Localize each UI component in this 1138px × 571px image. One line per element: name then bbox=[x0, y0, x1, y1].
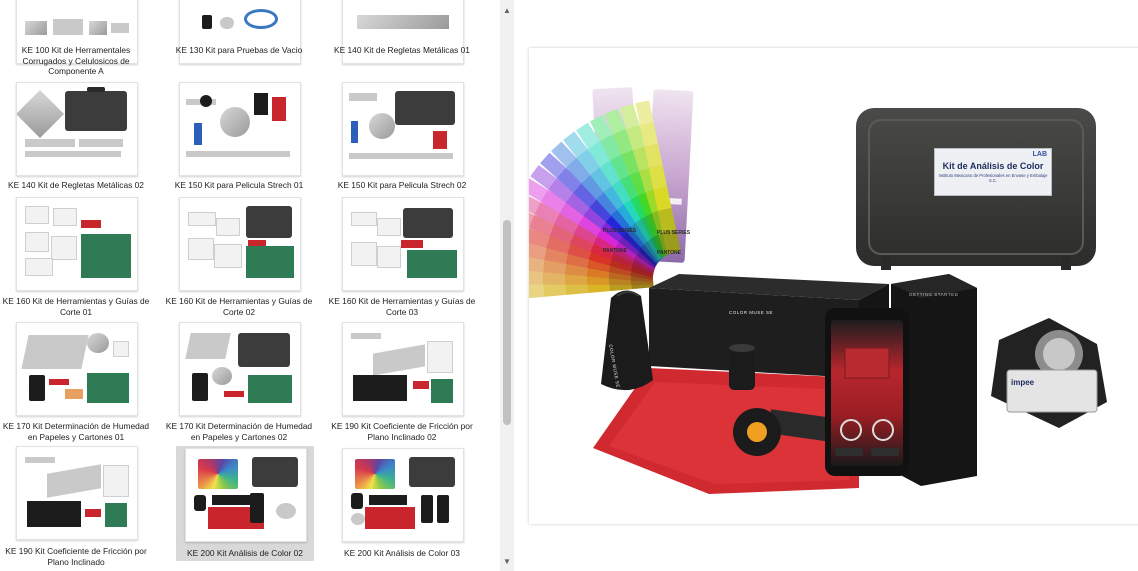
thumbnail-tile[interactable]: KE 140 Kit de Regletas Metálicas 02 bbox=[0, 82, 152, 192]
thumbnail-tile[interactable]: KE 150 Kit para Pelicula Strech 02 bbox=[326, 82, 478, 192]
magnifier-loupe bbox=[991, 318, 1107, 428]
thumbnail-caption: KE 140 Kit de Regletas Metálicas 01 bbox=[334, 45, 470, 55]
thumbnail-caption: KE 170 Kit Determinación de Humedad en P… bbox=[165, 421, 313, 442]
thumbnail-image bbox=[342, 82, 464, 176]
thumbnail-caption: KE 140 Kit de Regletas Metálicas 02 bbox=[8, 180, 144, 190]
thumbnail-caption: KE 200 Kit Análisis de Color 03 bbox=[344, 548, 460, 558]
thumbnail-caption: KE 160 Kit de Herramientas y Guías de Co… bbox=[165, 296, 313, 317]
thumbnail-tile[interactable]: KE 190 Kit Coeficiente de Fricción por P… bbox=[0, 446, 152, 570]
color-swatch bbox=[520, 282, 545, 299]
thumbnail-image bbox=[179, 322, 301, 416]
thumbnail-image bbox=[185, 448, 307, 542]
pantone-brand-label-1: PANTONE bbox=[603, 248, 627, 254]
thumbnail-caption: KE 100 Kit de Herramentales Corrugados y… bbox=[21, 45, 131, 76]
chevron-down-icon[interactable]: ▼ bbox=[500, 555, 514, 569]
case-label: LAB Kit de Análisis de Color Instituto M… bbox=[934, 148, 1052, 196]
chevron-up-icon[interactable]: ▲ bbox=[500, 4, 514, 18]
thumbnail-image bbox=[16, 446, 138, 540]
thumbnail-tile[interactable]: KE 150 Kit para Pelicula Strech 01 bbox=[163, 82, 315, 192]
pantone-series-label-2: PLUS SERIES bbox=[657, 230, 691, 236]
thumbnail-caption: KE 190 Kit Coeficiente de Fricción por P… bbox=[5, 546, 147, 567]
loupe-brand-label: impee bbox=[1011, 378, 1035, 387]
thumbnail-tile[interactable]: KE 170 Kit Determinación de Humedad en P… bbox=[0, 322, 152, 446]
case-label-subtitle: Instituto Mexicano de Profesionales en E… bbox=[938, 173, 1048, 183]
case-label-title: Kit de Análisis de Color bbox=[942, 161, 1044, 171]
thumbnail-grid: KE 100 Kit de Herramentales Corrugados y… bbox=[0, 0, 500, 571]
thumbnail-caption: KE 190 Kit Coeficiente de Fricción por P… bbox=[331, 421, 473, 442]
thumbnail-image bbox=[16, 197, 138, 291]
scrollbar-thumb[interactable] bbox=[503, 220, 511, 425]
thumbnail-image bbox=[342, 197, 464, 291]
thumbnail-caption: KE 150 Kit para Pelicula Strech 02 bbox=[337, 180, 467, 190]
thumbnail-tile[interactable]: KE 140 Kit de Regletas Metálicas 01 bbox=[326, 0, 478, 78]
color-muse-device bbox=[729, 344, 755, 390]
thumbnail-caption: KE 130 Kit para Pruebas de Vacio bbox=[175, 45, 303, 55]
case-label-brand: LAB bbox=[1032, 151, 1047, 158]
thumbnail-image bbox=[179, 82, 301, 176]
thumbnail-tile[interactable]: KE 130 Kit para Pruebas de Vacio bbox=[163, 0, 315, 78]
preview-image-art bbox=[498, 87, 1107, 494]
thumbnail-image bbox=[342, 448, 464, 542]
thumbnail-caption: KE 150 Kit para Pelicula Strech 01 bbox=[174, 180, 304, 190]
thumbnail-image bbox=[16, 82, 138, 176]
thumbnail-tile[interactable]: KE 160 Kit de Herramientas y Guías de Co… bbox=[163, 197, 315, 321]
thumbnail-tile[interactable]: KE 100 Kit de Herramentales Corrugados y… bbox=[0, 0, 152, 78]
thumbnail-tile[interactable]: KE 190 Kit Coeficiente de Fricción por P… bbox=[326, 322, 478, 446]
thumbnail-image bbox=[342, 322, 464, 416]
vertical-scrollbar[interactable]: ▲ ▼ bbox=[500, 0, 514, 571]
thumbnail-caption: KE 160 Kit de Herramientas y Guías de Co… bbox=[2, 296, 150, 317]
color-muse-box-text: COLOR MUSE SE bbox=[729, 310, 774, 315]
thumbnail-image bbox=[179, 197, 301, 291]
pantone-brand-label-2: PANTONE bbox=[657, 250, 681, 256]
thumbnail-image bbox=[16, 322, 138, 416]
thumbnail-tile[interactable]: KE 170 Kit Determinación de Humedad en P… bbox=[163, 322, 315, 446]
getting-started-text: GETTING STARTED bbox=[909, 292, 959, 297]
pantone-series-label-1: PLUS SERIES bbox=[603, 228, 637, 234]
thumbnail-caption: KE 170 Kit Determinación de Humedad en P… bbox=[2, 421, 150, 442]
thumbnail-caption: KE 160 Kit de Herramientas y Guías de Co… bbox=[328, 296, 476, 317]
thumbnail-tile[interactable]: KE 160 Kit de Herramientas y Guías de Co… bbox=[0, 197, 152, 321]
black-pouch bbox=[601, 290, 653, 391]
thumbnail-tile[interactable]: KE 200 Kit Análisis de Color 03 bbox=[326, 446, 478, 570]
thumbnail-tile-selected[interactable]: KE 200 Kit Análisis de Color 02 bbox=[176, 446, 314, 561]
file-browser-window: KE 100 Kit de Herramentales Corrugados y… bbox=[0, 0, 1138, 571]
color-swatch bbox=[520, 270, 544, 285]
thumbnail-tile[interactable]: KE 160 Kit de Herramientas y Guías de Co… bbox=[326, 197, 478, 321]
smartphone bbox=[825, 308, 909, 476]
preview-pane: LAB Kit de Análisis de Color Instituto M… bbox=[498, 0, 1138, 571]
thumbnail-caption: KE 200 Kit Análisis de Color 02 bbox=[187, 548, 303, 558]
preview-image: LAB Kit de Análisis de Color Instituto M… bbox=[498, 48, 1138, 524]
